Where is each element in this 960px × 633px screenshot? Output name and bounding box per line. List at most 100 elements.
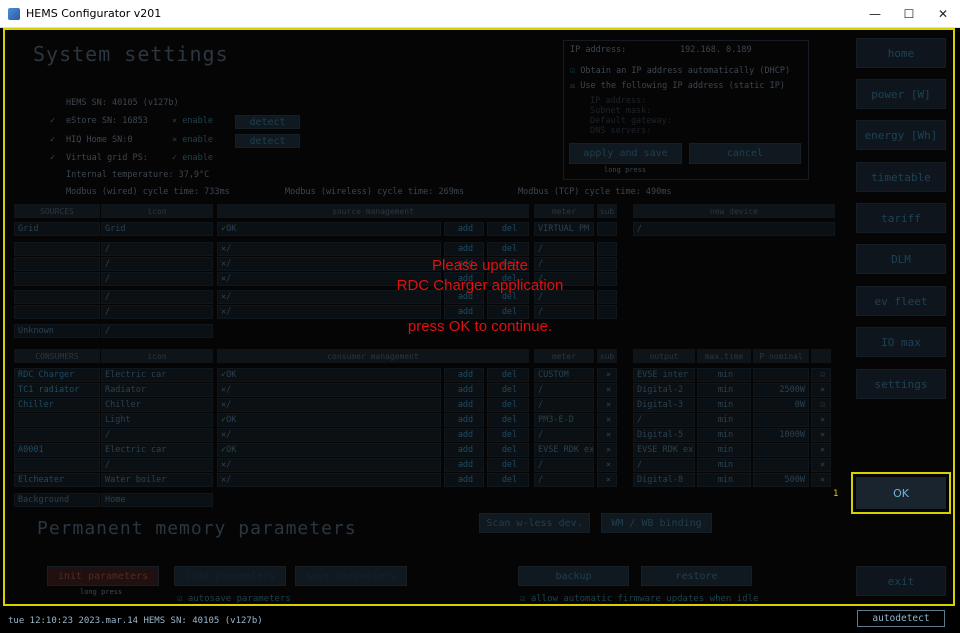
consumer-del-button[interactable]: del: [487, 413, 529, 427]
consumer-flag-icon[interactable]: ☑: [811, 398, 831, 412]
source-del-button[interactable]: del: [487, 242, 529, 256]
consumer-del-button[interactable]: del: [487, 443, 529, 457]
apply-save-button[interactable]: apply and save: [569, 143, 682, 164]
autodetect-button[interactable]: autodetect: [857, 610, 945, 627]
consumer-add-button[interactable]: add: [444, 368, 484, 382]
hiq-detect-button[interactable]: detect: [235, 134, 300, 148]
new-device-cell[interactable]: /: [633, 222, 835, 236]
consumer-maxtime-cell[interactable]: min: [697, 398, 751, 412]
consumer-pnominal-cell[interactable]: [753, 443, 809, 457]
consumer-output-cell[interactable]: Digital-2: [633, 383, 695, 397]
consumer-icon-cell[interactable]: Light: [101, 413, 213, 427]
scan-wless-button[interactable]: Scan w-less dev.: [479, 513, 590, 533]
consumer-flag-icon[interactable]: ✕: [811, 443, 831, 457]
consumer-output-cell[interactable]: Digital-5: [633, 428, 695, 442]
consumer-flag-icon[interactable]: ✕: [811, 428, 831, 442]
consumer-maxtime-cell[interactable]: min: [697, 368, 751, 382]
close-button[interactable]: ✕: [926, 0, 960, 28]
consumer-maxtime-cell[interactable]: min: [697, 473, 751, 487]
consumer-icon-cell[interactable]: Water boiler: [101, 473, 213, 487]
consumer-sub-icon[interactable]: ✕: [597, 473, 617, 487]
consumer-add-button[interactable]: add: [444, 428, 484, 442]
backup-button[interactable]: backup: [518, 566, 629, 586]
source-add-button[interactable]: add: [444, 222, 484, 236]
consumer-flag-icon[interactable]: ✕: [811, 383, 831, 397]
source-icon-cell[interactable]: /: [101, 242, 213, 256]
consumer-pnominal-cell[interactable]: 2500W: [753, 383, 809, 397]
consumer-output-cell[interactable]: /: [633, 413, 695, 427]
consumer-sub-icon[interactable]: ✕: [597, 428, 617, 442]
consumer-output-cell[interactable]: EVSE inter: [633, 368, 695, 382]
nav-home-button[interactable]: home: [856, 38, 946, 68]
vgrid-enable[interactable]: ✓ enable: [172, 153, 213, 163]
nav-power-w-button[interactable]: power [W]: [856, 79, 946, 109]
auto-firmware-option[interactable]: ☑ allow automatic firmware updates when …: [520, 594, 758, 604]
consumer-pnominal-cell[interactable]: 1000W: [753, 428, 809, 442]
consumer-icon-cell[interactable]: Electric car: [101, 443, 213, 457]
consumer-del-button[interactable]: del: [487, 428, 529, 442]
consumer-add-button[interactable]: add: [444, 443, 484, 457]
consumer-del-button[interactable]: del: [487, 383, 529, 397]
cancel-button[interactable]: cancel: [689, 143, 801, 164]
consumer-del-button[interactable]: del: [487, 398, 529, 412]
consumer-sub-icon[interactable]: ✕: [597, 458, 617, 472]
consumer-pnominal-cell[interactable]: [753, 368, 809, 382]
consumer-sub-icon[interactable]: ✕: [597, 443, 617, 457]
source-icon-cell[interactable]: /: [101, 305, 213, 319]
restore-button[interactable]: restore: [641, 566, 752, 586]
consumer-flag-icon[interactable]: ✕: [811, 413, 831, 427]
consumer-add-button[interactable]: add: [444, 473, 484, 487]
consumer-sub-icon[interactable]: ✕: [597, 398, 617, 412]
nav-exit-button[interactable]: exit: [856, 566, 946, 596]
consumer-add-button[interactable]: add: [444, 383, 484, 397]
consumer-icon-cell[interactable]: Chiller: [101, 398, 213, 412]
estore-detect-button[interactable]: detect: [235, 115, 300, 129]
consumer-pnominal-cell[interactable]: 0W: [753, 398, 809, 412]
consumer-pnominal-cell[interactable]: [753, 458, 809, 472]
estore-enable[interactable]: ✕ enable: [172, 116, 213, 126]
consumer-flag-icon[interactable]: ☑: [811, 368, 831, 382]
init-parameters-button[interactable]: init parameters: [47, 566, 159, 586]
nav-energy-wh-button[interactable]: energy [Wh]: [856, 120, 946, 150]
hiq-enable[interactable]: ✕ enable: [172, 135, 213, 145]
source-del-button[interactable]: del: [487, 222, 529, 236]
dhcp-option[interactable]: ☑ Obtain an IP address automatically (DH…: [570, 66, 790, 76]
ok-button[interactable]: OK: [856, 477, 946, 509]
consumer-sub-icon[interactable]: ✕: [597, 368, 617, 382]
consumer-add-button[interactable]: add: [444, 458, 484, 472]
load-parameters-button[interactable]: load parameters: [174, 566, 286, 586]
cons-background-icon[interactable]: Home: [101, 493, 213, 507]
source-add-button[interactable]: add: [444, 242, 484, 256]
nav-timetable-button[interactable]: timetable: [856, 162, 946, 192]
binding-button[interactable]: WM / WB binding: [601, 513, 712, 533]
consumer-output-cell[interactable]: Digital-8: [633, 473, 695, 487]
consumer-icon-cell[interactable]: Radiator: [101, 383, 213, 397]
consumer-maxtime-cell[interactable]: min: [697, 428, 751, 442]
source-add-button[interactable]: add: [444, 305, 484, 319]
consumer-output-cell[interactable]: /: [633, 458, 695, 472]
consumer-icon-cell[interactable]: Electric car: [101, 368, 213, 382]
source-del-button[interactable]: del: [487, 305, 529, 319]
consumer-del-button[interactable]: del: [487, 368, 529, 382]
consumer-del-button[interactable]: del: [487, 473, 529, 487]
source-icon-cell[interactable]: Grid: [101, 222, 213, 236]
consumer-pnominal-cell[interactable]: 500W: [753, 473, 809, 487]
autosave-option[interactable]: ☑ autosave parameters: [177, 594, 291, 604]
consumer-flag-icon[interactable]: ✕: [811, 458, 831, 472]
consumer-maxtime-cell[interactable]: min: [697, 458, 751, 472]
consumer-icon-cell[interactable]: /: [101, 428, 213, 442]
consumer-sub-icon[interactable]: ✕: [597, 383, 617, 397]
save-parameters-button[interactable]: save parameters: [295, 566, 407, 586]
consumer-add-button[interactable]: add: [444, 413, 484, 427]
consumer-output-cell[interactable]: Digital-3: [633, 398, 695, 412]
nav-settings-button[interactable]: settings: [856, 369, 946, 399]
consumer-maxtime-cell[interactable]: min: [697, 413, 751, 427]
static-option[interactable]: ☒ Use the following IP address (static I…: [570, 81, 785, 91]
consumer-maxtime-cell[interactable]: min: [697, 383, 751, 397]
consumer-maxtime-cell[interactable]: min: [697, 443, 751, 457]
consumer-del-button[interactable]: del: [487, 458, 529, 472]
maximize-button[interactable]: ☐: [892, 0, 926, 28]
consumer-flag-icon[interactable]: ✕: [811, 473, 831, 487]
consumer-add-button[interactable]: add: [444, 398, 484, 412]
nav-tariff-button[interactable]: tariff: [856, 203, 946, 233]
